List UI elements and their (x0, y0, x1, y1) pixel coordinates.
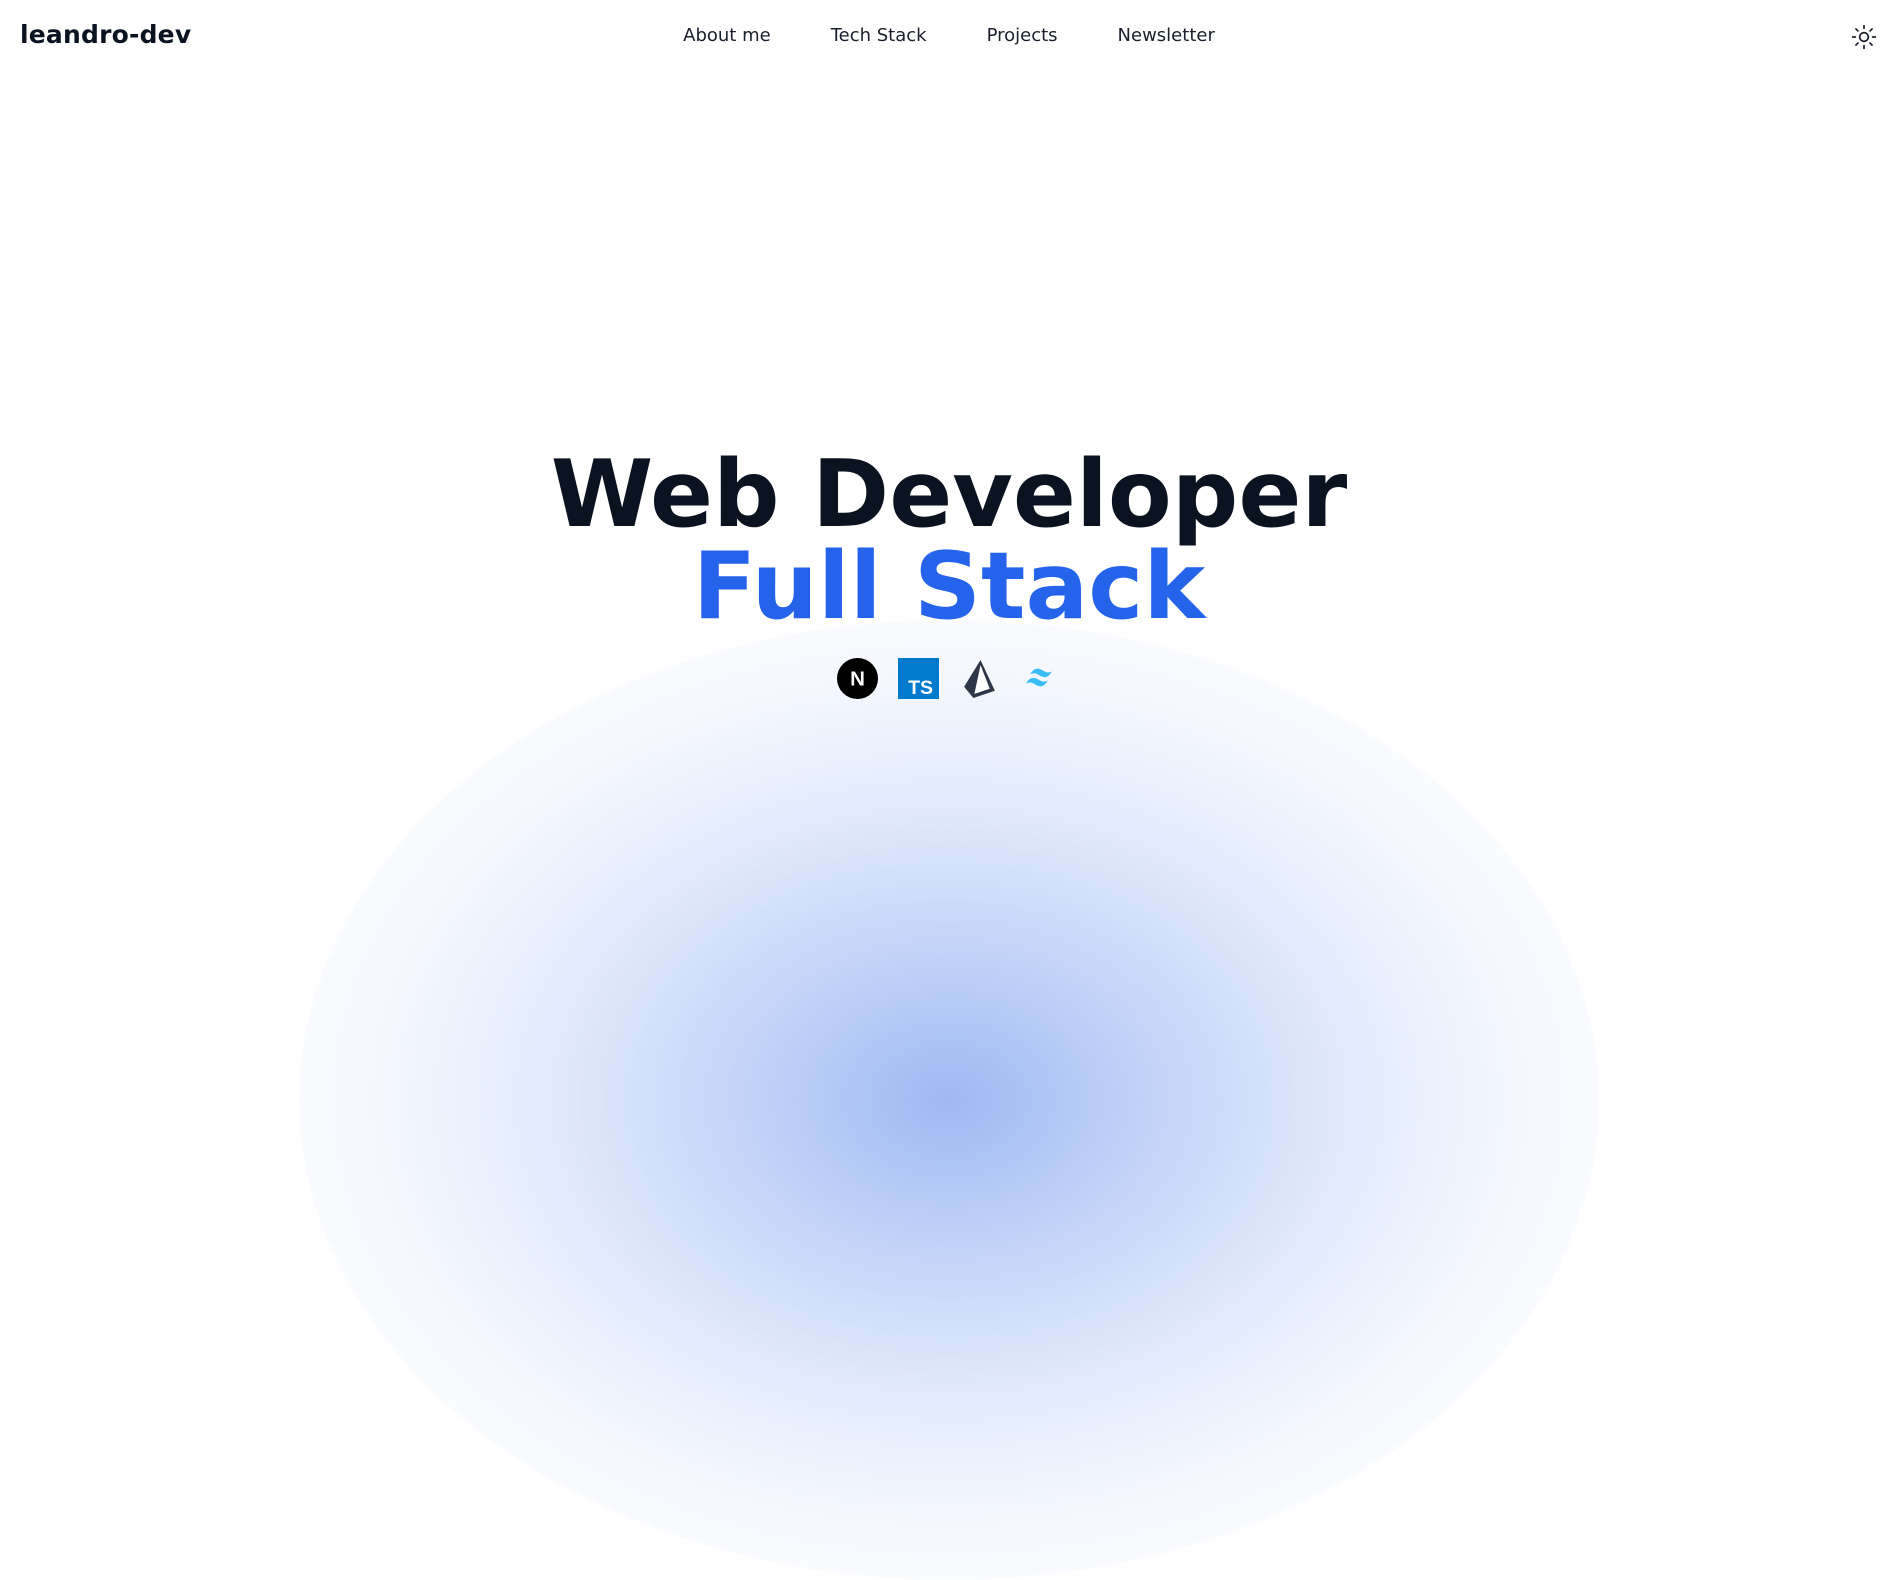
nav-link-projects[interactable]: Projects (957, 25, 1088, 46)
hero-title-line-2: Full Stack (692, 532, 1206, 640)
nav-link-about-me[interactable]: About me (653, 25, 801, 46)
nextjs-icon: N (837, 658, 878, 699)
tech-stack-icons: N TS (0, 658, 1898, 699)
main-nav: About me Tech Stack Projects Newsletter (0, 25, 1898, 46)
typescript-icon-letters: TS (908, 677, 933, 699)
hero-title: Web Developer Full Stack (0, 440, 1898, 640)
nextjs-icon-letter: N (850, 668, 865, 691)
background-glow (299, 620, 1599, 1580)
prisma-icon (959, 658, 1000, 699)
tailwind-icon (1020, 658, 1061, 699)
typescript-icon: TS (898, 658, 939, 699)
hero-title-line-1: Web Developer (550, 440, 1348, 548)
site-header: leandro-dev About me Tech Stack Projects… (0, 0, 1898, 76)
nav-link-newsletter[interactable]: Newsletter (1088, 25, 1245, 46)
nav-link-tech-stack[interactable]: Tech Stack (801, 25, 957, 46)
theme-toggle-button[interactable] (1850, 23, 1878, 51)
hero-section: Web Developer Full Stack (0, 440, 1898, 640)
sun-icon (1851, 24, 1877, 50)
